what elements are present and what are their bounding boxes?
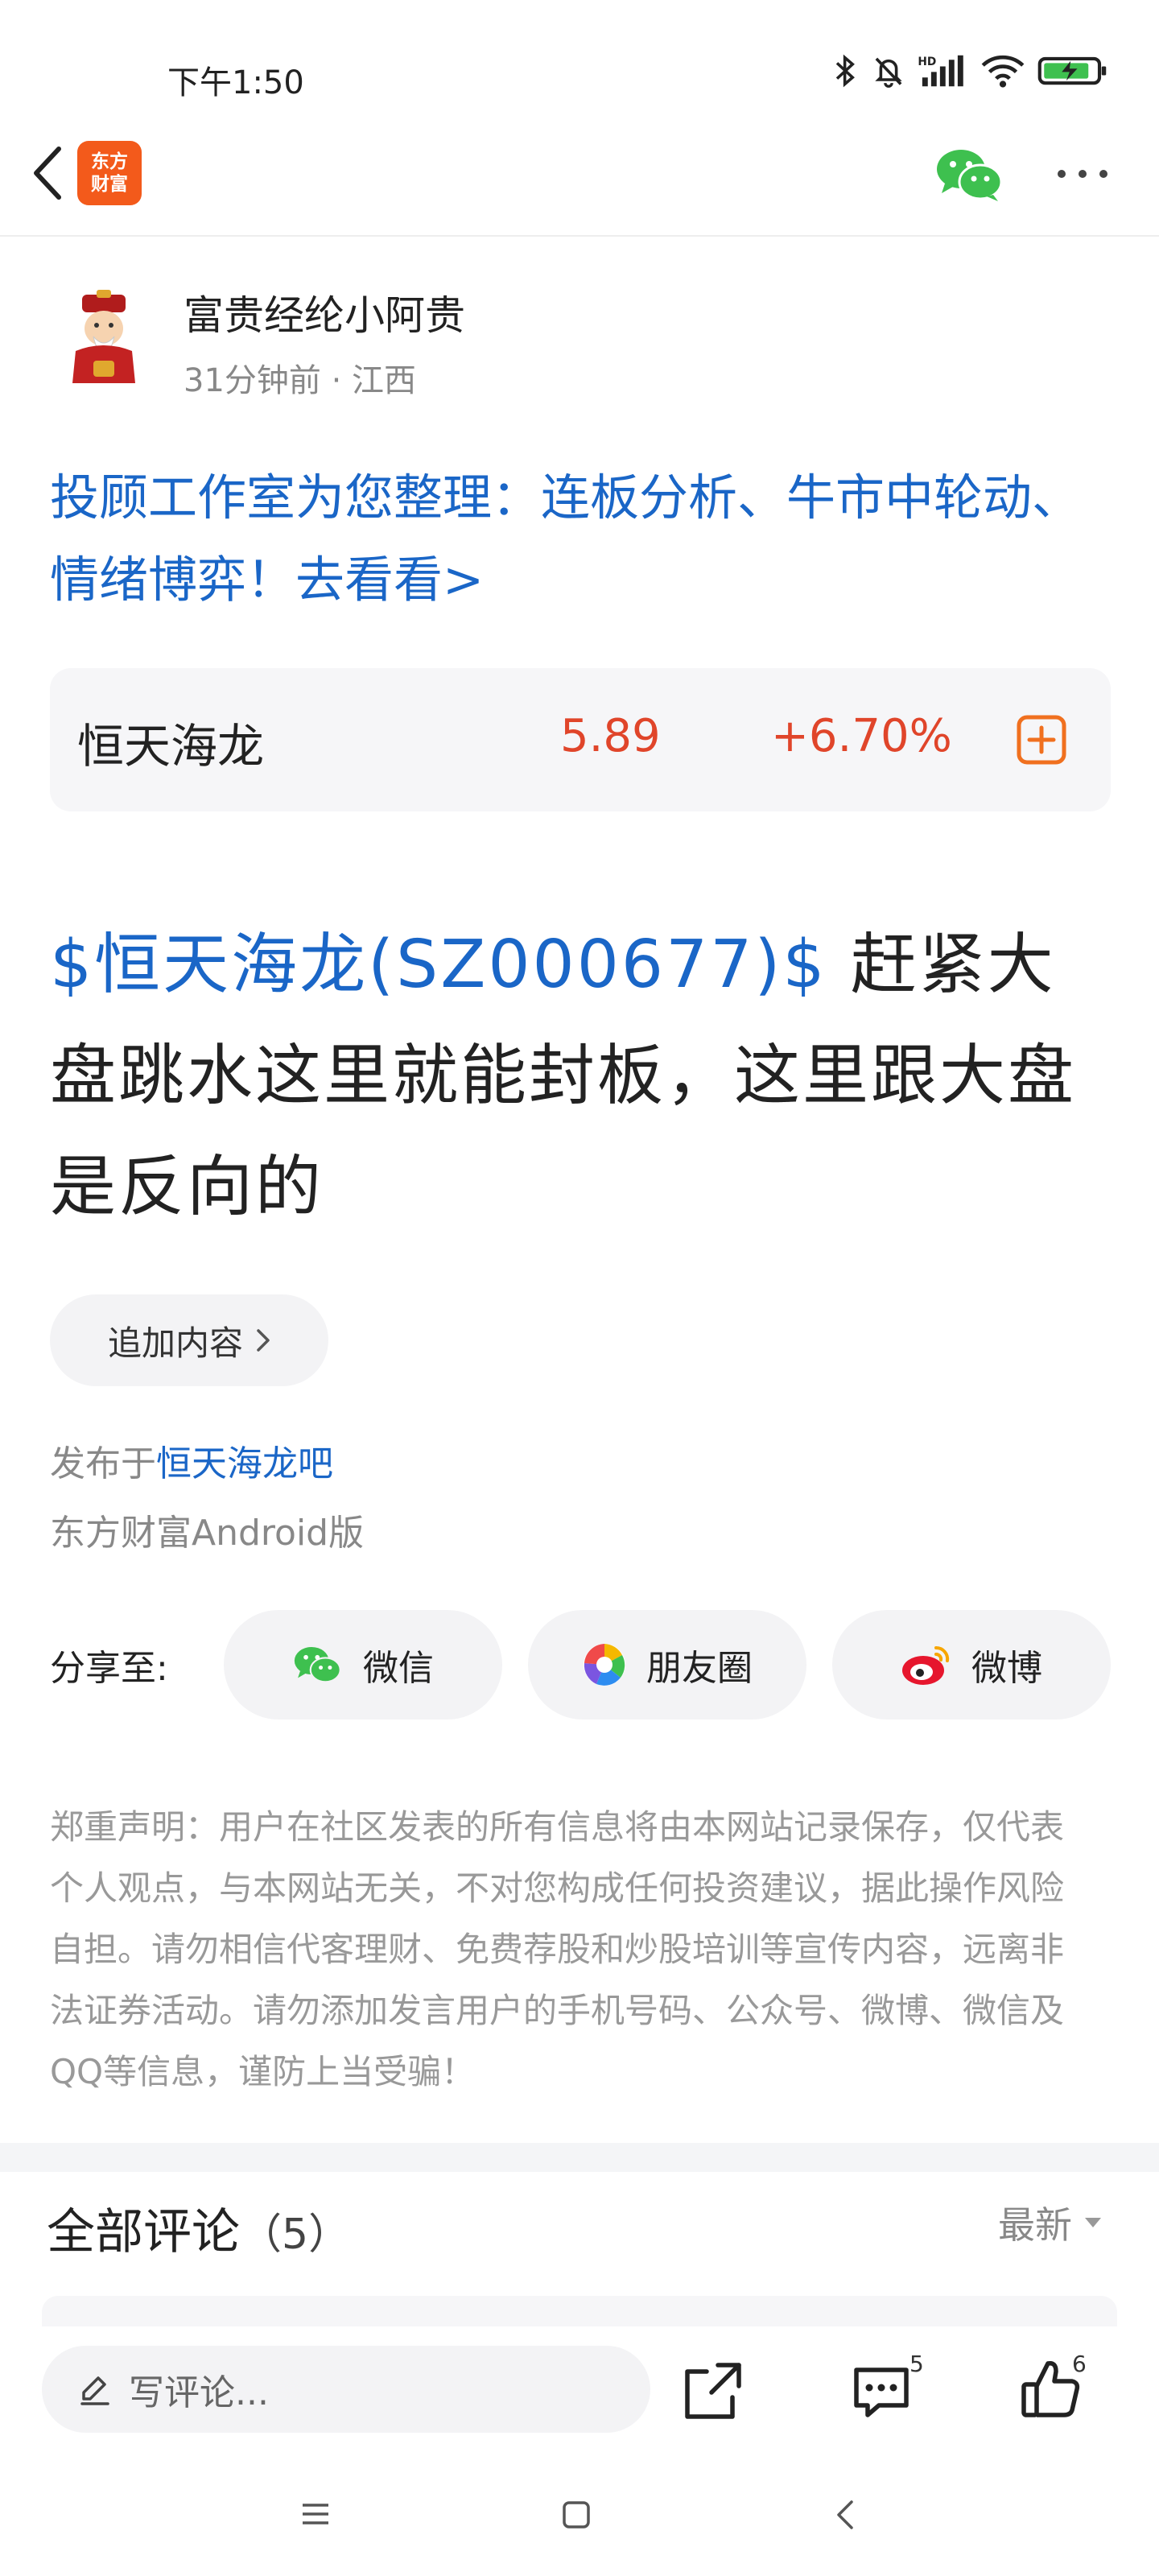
wechat-icon <box>294 1646 341 1683</box>
comments-count: （5） <box>240 2211 351 2259</box>
status-time: 下午1:50 <box>167 64 304 101</box>
comment-bubble-icon <box>854 2368 909 2417</box>
client-info: 东方财富Android版 <box>50 1513 365 1554</box>
comments-title: 全部评论（5） <box>47 2193 350 2263</box>
sort-dropdown[interactable]: 最新 <box>998 2196 1103 2249</box>
moments-icon <box>584 1644 625 1686</box>
more-button[interactable] <box>1054 158 1111 190</box>
share-button[interactable] <box>681 2359 745 2423</box>
author-name[interactable]: 富贵经纶小阿贵 <box>184 283 465 341</box>
nav-home-button[interactable] <box>562 2500 591 2529</box>
stock-price: 5.89 <box>560 710 661 762</box>
app-logo-line2: 财富 <box>91 174 128 195</box>
publish-prefix: 发布于 <box>50 1443 156 1484</box>
share-icon <box>685 2363 741 2419</box>
header-divider <box>0 235 1159 237</box>
wechat-share-button[interactable] <box>934 147 1006 203</box>
sort-label: 最新 <box>998 2203 1072 2247</box>
app-logo[interactable]: 东方 财富 <box>77 141 142 205</box>
avatar-caishen-icon <box>72 290 135 383</box>
comments-title-label: 全部评论 <box>47 2204 240 2260</box>
add-content-label: 追加内容 <box>107 1323 243 1363</box>
battery-charging-icon <box>1037 56 1107 85</box>
status-icons: HD <box>832 53 1109 89</box>
share-wechat-button[interactable]: 微信 <box>224 1610 502 1719</box>
back-button[interactable] <box>19 137 76 209</box>
chevron-left-icon <box>34 147 61 200</box>
comment-input[interactable]: 写评论... <box>42 2346 650 2433</box>
app-logo-line1: 东方 <box>91 151 128 172</box>
caret-down-icon <box>1085 2218 1101 2227</box>
comment-item[interactable] <box>42 2296 1117 2328</box>
chevron-left-icon <box>837 2500 853 2529</box>
stock-tag-link[interactable]: $恒天海龙(SZ000677)$ <box>50 927 827 1003</box>
publish-info: 发布于恒天海龙吧 <box>50 1435 333 1486</box>
square-icon <box>563 2501 590 2529</box>
weibo-icon <box>902 1645 950 1685</box>
more-icon <box>1058 170 1107 178</box>
bluetooth-icon <box>835 54 855 88</box>
post-body: $恒天海龙(SZ000677)$ 赶紧大盘跳水这里就能封板，这里跟大盘是反向的 <box>50 910 1120 1243</box>
wifi-icon <box>981 55 1025 88</box>
svg-text:HD: HD <box>918 56 936 68</box>
nav-back-button[interactable] <box>832 2499 856 2531</box>
add-content-button[interactable]: 追加内容 <box>50 1294 328 1386</box>
avatar[interactable] <box>55 288 153 386</box>
plus-square-icon <box>1017 715 1066 765</box>
hd-signal-icon: HD <box>918 55 963 87</box>
post-meta: 31分钟前 · 江西 <box>184 362 417 399</box>
disclaimer-text: 郑重声明：用户在社区发表的所有信息将由本网站记录保存，仅代表个人观点，与本网站无… <box>50 1807 1065 2091</box>
share-weibo-button[interactable]: 微博 <box>832 1610 1111 1719</box>
stock-change: +6.70% <box>771 710 952 762</box>
section-divider <box>0 2143 1159 2172</box>
comment-input-placeholder: 写评论... <box>129 2372 269 2413</box>
share-moments-label: 朋友圈 <box>646 1648 753 1689</box>
share-label: 分享至: <box>50 1648 168 1689</box>
promo-link[interactable]: 投顾工作室为您整理：连板分析、牛市中轮动、情绪博弈！去看看> <box>50 457 1120 621</box>
like-count-badge: 6 <box>1072 2351 1087 2377</box>
comment-count-badge: 5 <box>909 2351 924 2377</box>
stock-name: 恒天海龙 <box>77 719 265 774</box>
menu-icon <box>303 2504 328 2524</box>
mute-icon <box>875 57 902 88</box>
share-moments-button[interactable]: 朋友圈 <box>528 1610 806 1719</box>
nav-recents-button[interactable] <box>299 2500 332 2528</box>
share-weibo-label: 微博 <box>971 1648 1042 1689</box>
chevron-right-icon <box>257 1329 270 1352</box>
wechat-icon <box>937 150 1003 201</box>
share-wechat-label: 微信 <box>363 1648 434 1689</box>
add-watchlist-button[interactable] <box>1016 714 1067 766</box>
stock-bar-link[interactable]: 恒天海龙吧 <box>156 1443 333 1484</box>
pencil-icon <box>80 2376 109 2405</box>
